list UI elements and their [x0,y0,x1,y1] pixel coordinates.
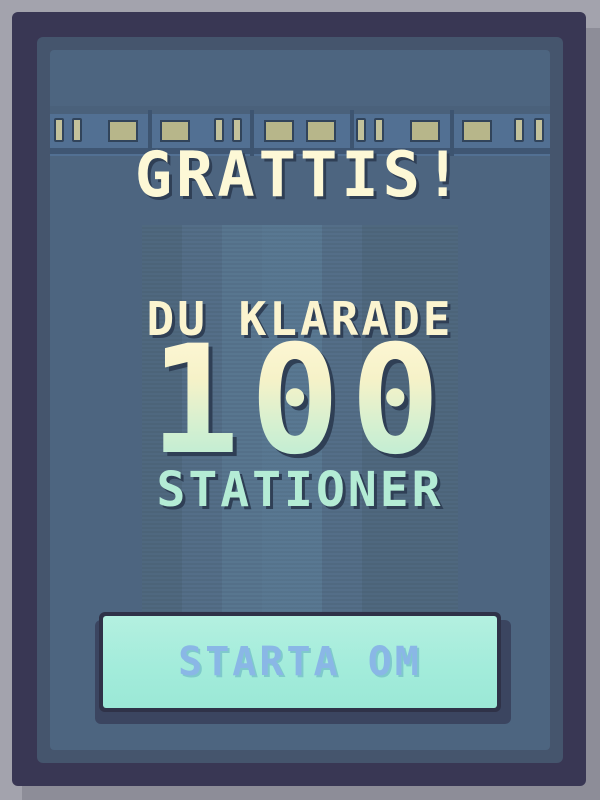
congrats-title: GRATTIS! [134,138,466,211]
restart-button[interactable]: STARTA OM [99,612,501,712]
station-count: 100 [50,326,550,476]
stations-label: STATIONER [156,462,444,518]
restart-button-face[interactable]: STARTA OM [103,616,497,708]
restart-button-label: STARTA OM [178,639,422,685]
